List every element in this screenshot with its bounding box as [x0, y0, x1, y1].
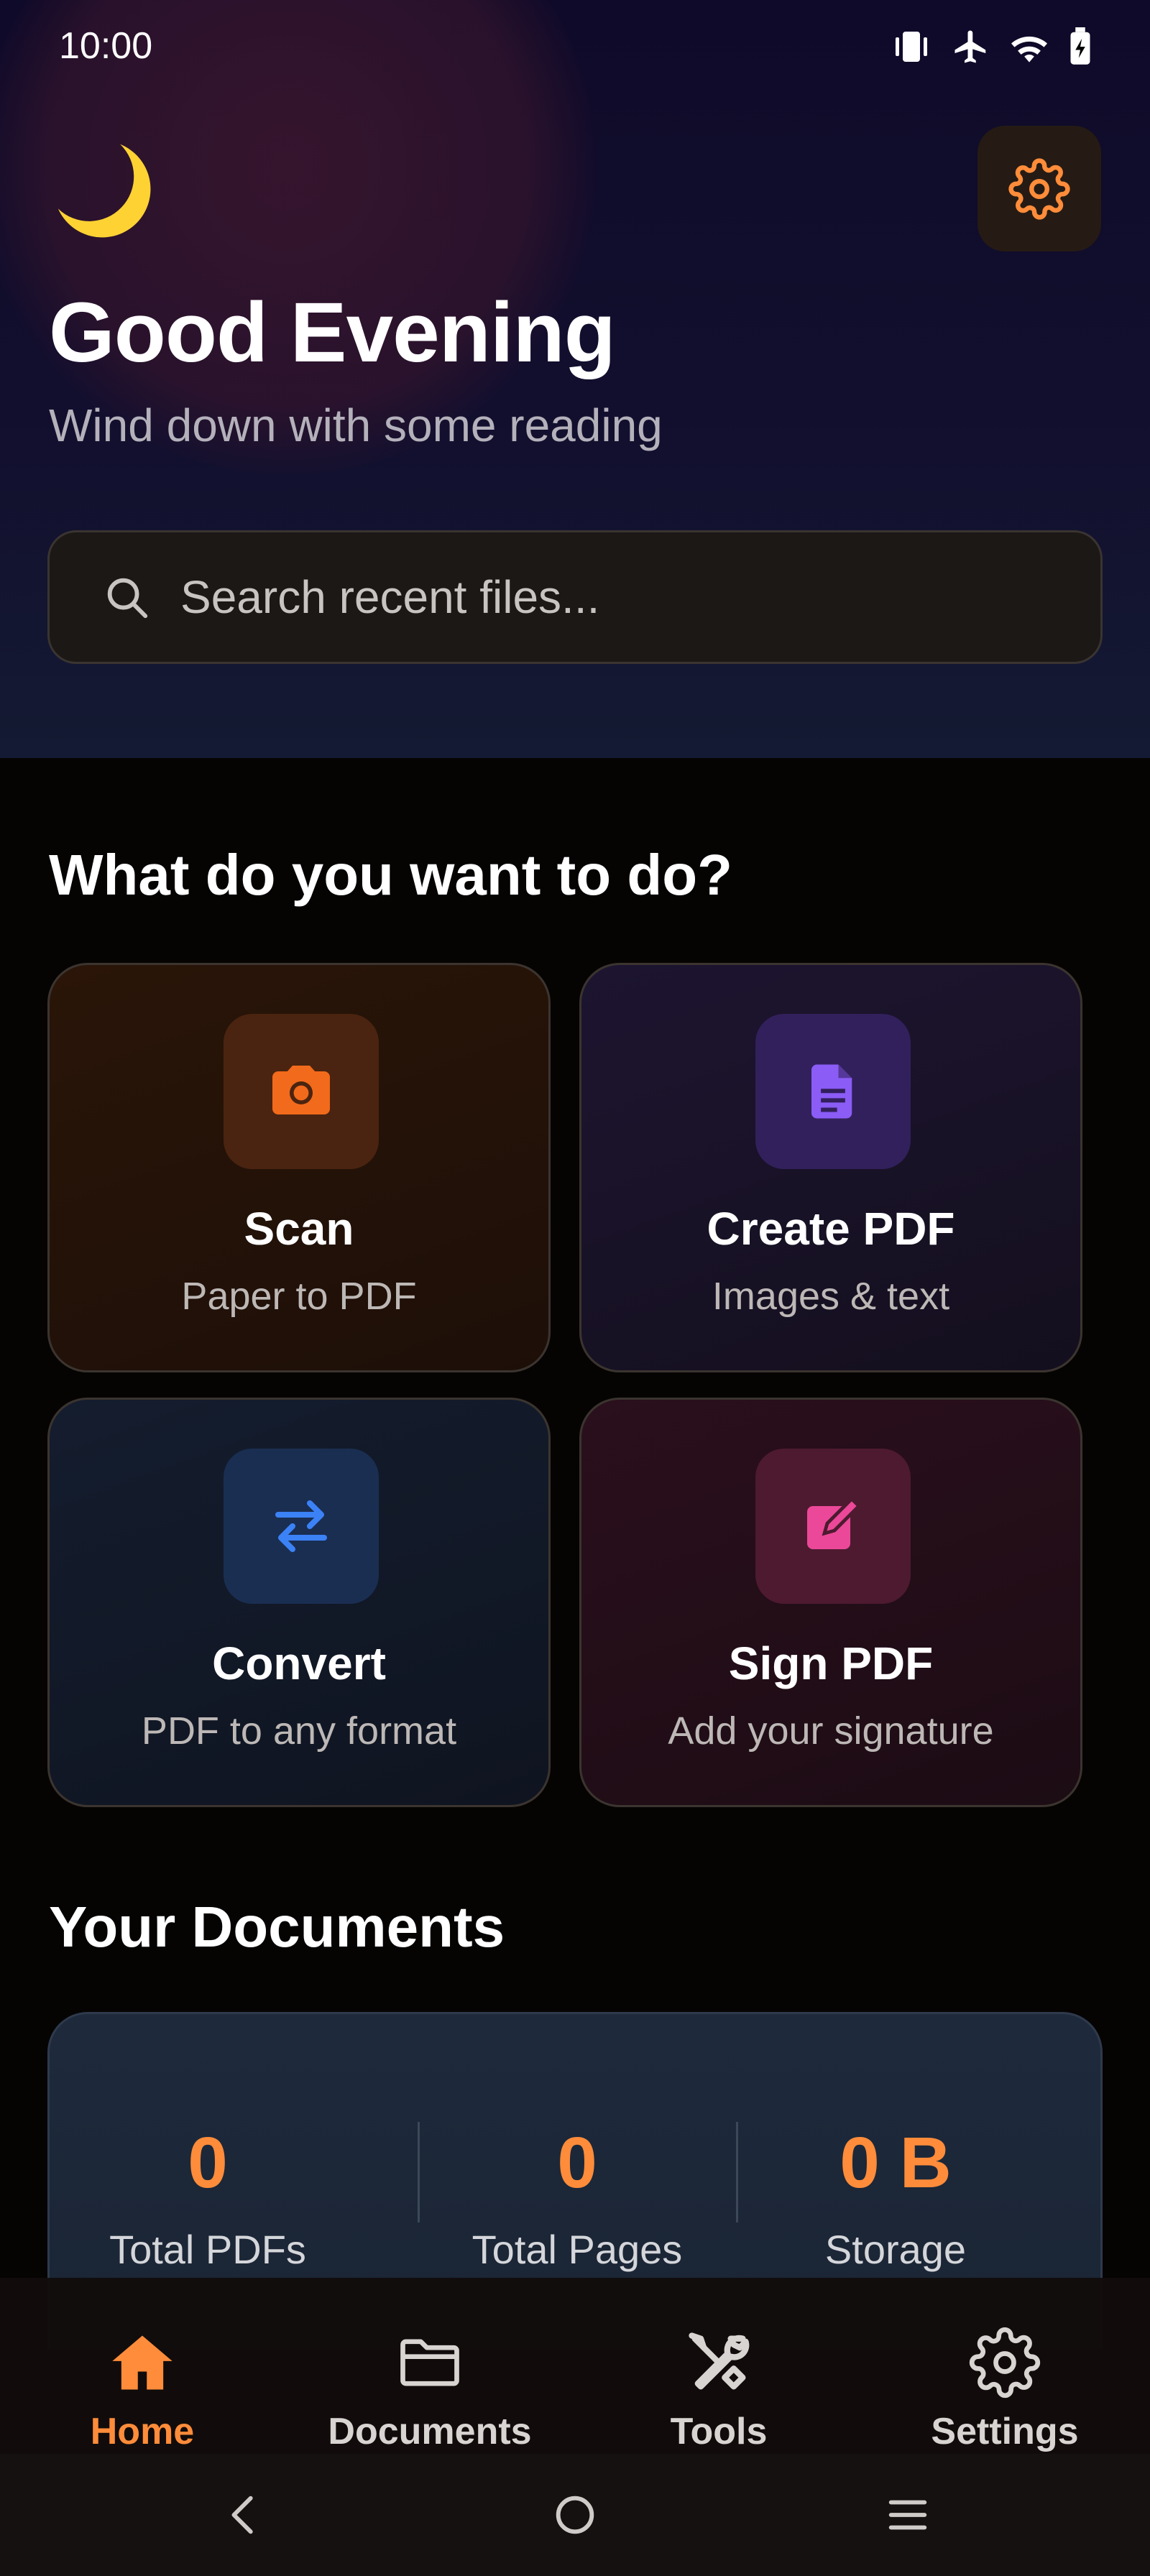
- battery-icon: [1070, 27, 1090, 65]
- app-root: 10:00 Good Evening Wind down with some r…: [0, 0, 1150, 2576]
- nav-item-home[interactable]: Home: [34, 2278, 250, 2454]
- convert-card[interactable]: Convert PDF to any format: [47, 1398, 551, 1807]
- greeting-subtitle: Wind down with some reading: [49, 400, 663, 451]
- stat-value: 0: [188, 2123, 228, 2203]
- sign-pdf-card-title: Sign PDF: [728, 1638, 934, 1689]
- home-circle-icon[interactable]: [550, 2490, 600, 2540]
- sign-pdf-icon-box: [755, 1449, 911, 1604]
- vibrate-icon: [896, 32, 927, 62]
- stat-label: Storage: [824, 2227, 967, 2272]
- search-input[interactable]: [180, 571, 1043, 624]
- camera-icon: [272, 1066, 330, 1114]
- gear-icon: [1008, 157, 1070, 220]
- create-pdf-card-subtitle: Images & text: [712, 1275, 950, 1318]
- back-icon[interactable]: [219, 2490, 270, 2540]
- create-pdf-card[interactable]: Create PDF Images & text: [579, 963, 1082, 1372]
- nav-label-tools: Tools: [670, 2411, 768, 2452]
- nav-item-settings[interactable]: Settings: [897, 2278, 1113, 2454]
- home-icon: [112, 2335, 172, 2390]
- stat-storage: 0 B Storage: [737, 2122, 1054, 2273]
- stat-label: Total Pages: [472, 2227, 683, 2272]
- scan-icon-box: [224, 1014, 379, 1169]
- scan-card-subtitle: Paper to PDF: [181, 1275, 417, 1318]
- nav-item-documents[interactable]: Documents: [322, 2278, 538, 2454]
- convert-icon-box: [224, 1449, 379, 1604]
- folder-icon: [400, 2339, 459, 2386]
- scan-card-title: Scan: [244, 1203, 354, 1255]
- search-bar[interactable]: [47, 530, 1103, 664]
- nav-label-settings: Settings: [931, 2411, 1079, 2452]
- scan-card[interactable]: Scan Paper to PDF: [47, 963, 551, 1372]
- create-pdf-icon-box: [755, 1014, 911, 1169]
- sign-pdf-card[interactable]: Sign PDF Add your signature: [579, 1398, 1082, 1807]
- airplane-icon: [954, 30, 986, 63]
- document-icon: [811, 1064, 852, 1119]
- status-bar: 10:00: [0, 0, 1150, 93]
- create-pdf-card-title: Create PDF: [707, 1203, 955, 1255]
- status-time: 10:00: [59, 25, 153, 67]
- convert-card-subtitle: PDF to any format: [141, 1709, 457, 1753]
- tools-icon: [689, 2332, 750, 2390]
- search-icon: [107, 578, 148, 619]
- stat-total-pdfs: 0 Total PDFs: [50, 2122, 366, 2273]
- gear-icon: [969, 2327, 1041, 2399]
- documents-section-title: Your Documents: [49, 1895, 505, 1959]
- moon-icon: [58, 144, 151, 238]
- system-nav-bar: [0, 2454, 1150, 2576]
- bottom-nav: Home Documents Tools Settings: [0, 2278, 1150, 2454]
- stat-value: 0 B: [840, 2123, 952, 2203]
- edit-square-icon: [807, 1496, 862, 1549]
- swap-arrows-icon: [275, 1500, 327, 1552]
- actions-section-title: What do you want to do?: [49, 843, 732, 907]
- sign-pdf-card-subtitle: Add your signature: [668, 1709, 994, 1753]
- wifi-icon: [1011, 36, 1047, 63]
- convert-card-title: Convert: [212, 1638, 386, 1689]
- header-settings-button[interactable]: [978, 126, 1101, 251]
- status-icons: [890, 27, 1092, 66]
- greeting-title: Good Evening: [49, 285, 616, 380]
- menu-icon[interactable]: [883, 2490, 933, 2540]
- stat-total-pages: 0 Total Pages: [419, 2122, 735, 2273]
- nav-label-home: Home: [90, 2411, 195, 2452]
- stat-value: 0: [557, 2123, 597, 2203]
- nav-label-documents: Documents: [328, 2411, 532, 2452]
- nav-item-tools[interactable]: Tools: [611, 2278, 827, 2454]
- stat-label: Total PDFs: [109, 2227, 306, 2272]
